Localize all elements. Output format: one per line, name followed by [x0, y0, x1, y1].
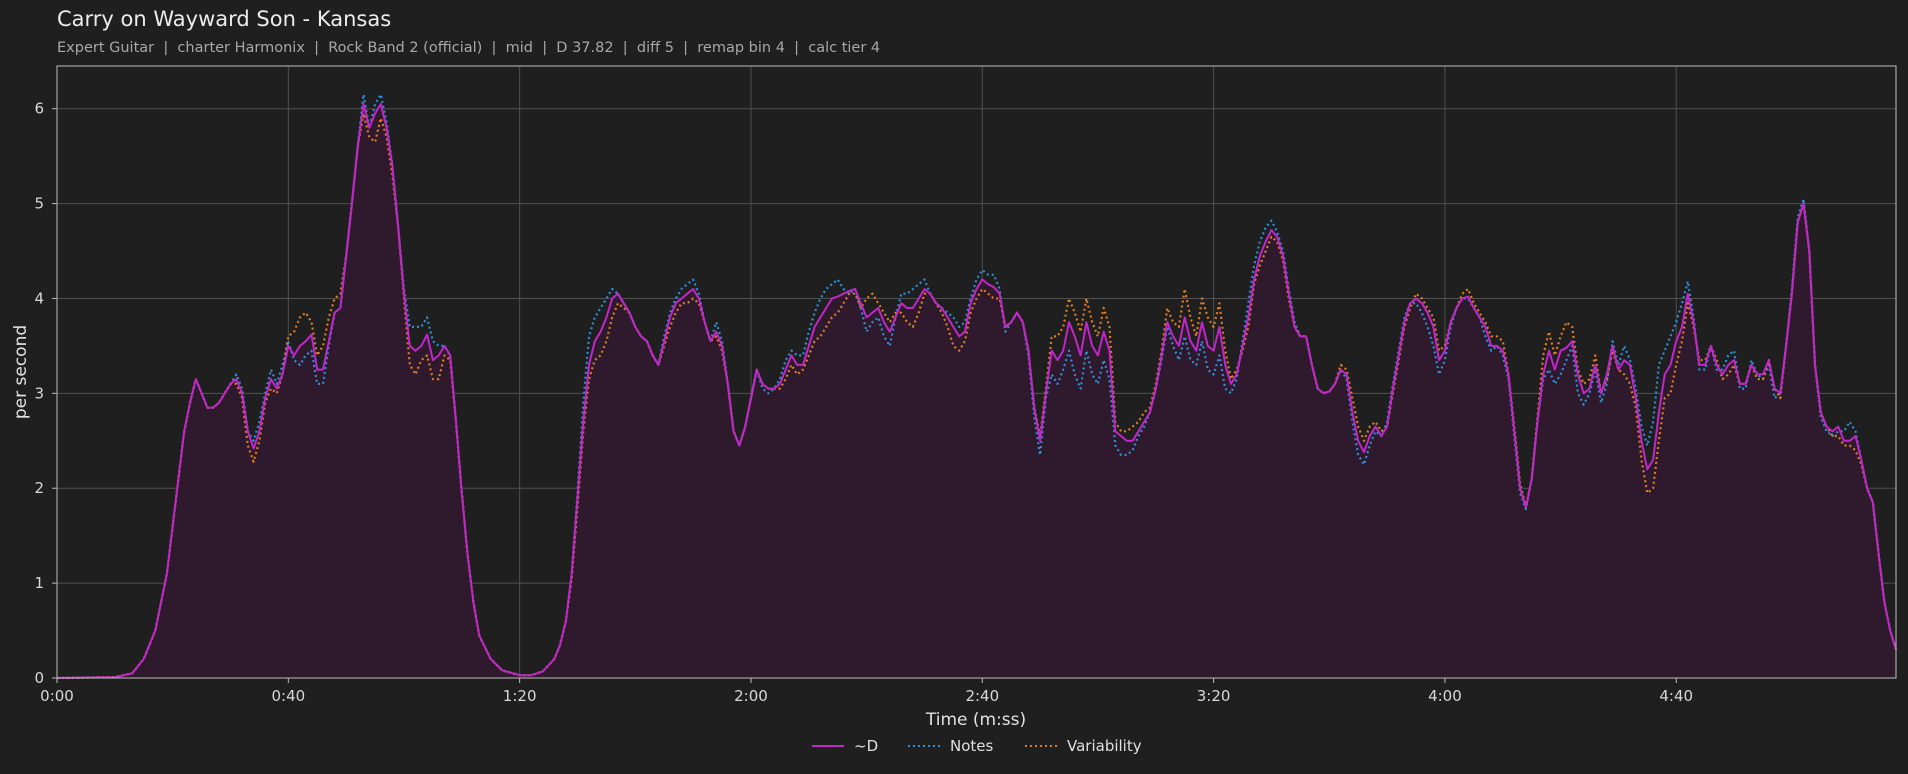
y-tick-label: 6 [34, 100, 44, 118]
x-tick-label: 0:00 [40, 687, 74, 705]
difficulty-line-chart: 0:00 0:40 1:20 2:00 2:40 3:20 4:00 4:40 0 1 2 3 4 5 6… [11, 65, 1898, 755]
legend-item-variability: Variability [1025, 737, 1142, 755]
y-axis-ticks: 0 1 2 3 4 5 6 [34, 100, 57, 687]
y-tick-label: 4 [34, 289, 44, 307]
legend-item-d: ~D [812, 737, 878, 755]
y-tick-label: 1 [34, 574, 44, 592]
x-tick-label: 1:20 [503, 687, 537, 705]
legend: ~D Notes Variability [812, 737, 1142, 755]
x-axis-label: Time (m:ss) [925, 710, 1026, 730]
x-tick-label: 4:00 [1428, 687, 1462, 705]
legend-label: Notes [950, 737, 994, 755]
legend-label: ~D [854, 737, 878, 755]
y-axis-label: per second [11, 325, 31, 419]
y-tick-label: 2 [34, 479, 44, 497]
x-tick-label: 3:20 [1197, 687, 1231, 705]
legend-label: Variability [1067, 737, 1142, 755]
x-tick-label: 2:40 [965, 687, 999, 705]
y-tick-label: 0 [34, 669, 44, 687]
x-axis-ticks: 0:00 0:40 1:20 2:00 2:40 3:20 4:00 4:40 [40, 678, 1693, 705]
x-tick-label: 2:00 [734, 687, 768, 705]
x-tick-label: 4:40 [1659, 687, 1693, 705]
legend-item-notes: Notes [908, 737, 994, 755]
y-tick-label: 3 [34, 384, 44, 402]
y-tick-label: 5 [34, 195, 44, 213]
x-tick-label: 0:40 [271, 687, 305, 705]
